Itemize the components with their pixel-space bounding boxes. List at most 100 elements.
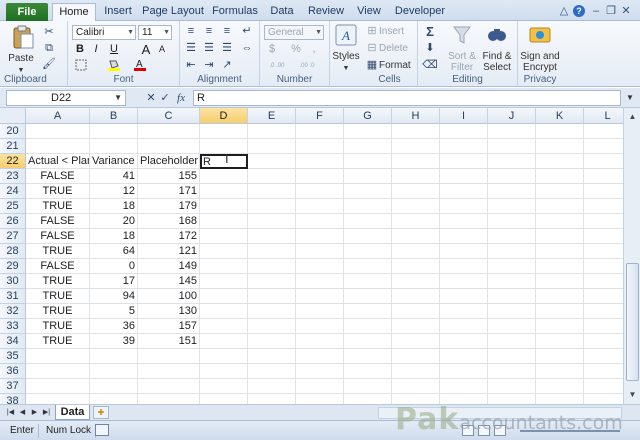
- cell-d28[interactable]: [200, 244, 248, 259]
- decrease-decimal-button[interactable]: .00 .0: [294, 60, 320, 72]
- formula-input[interactable]: R: [193, 90, 621, 106]
- cell-j30[interactable]: [488, 274, 536, 289]
- cell-a24[interactable]: TRUE: [26, 184, 90, 199]
- cell-g25[interactable]: [344, 199, 392, 214]
- tab-file[interactable]: File: [6, 3, 48, 21]
- column-header-k[interactable]: K: [536, 108, 584, 124]
- cell-c31[interactable]: 100: [138, 289, 200, 304]
- cell-a29[interactable]: FALSE: [26, 259, 90, 274]
- cell-a38[interactable]: [26, 394, 90, 404]
- cell-l28[interactable]: [584, 244, 623, 259]
- cell-c27[interactable]: 172: [138, 229, 200, 244]
- row-header[interactable]: 22: [0, 154, 26, 169]
- enter-entry-icon[interactable]: ✓: [159, 91, 171, 105]
- cell-l29[interactable]: [584, 259, 623, 274]
- cell-e33[interactable]: [248, 319, 296, 334]
- number-format-select[interactable]: General ▼: [264, 25, 324, 40]
- underline-button[interactable]: U: [108, 42, 120, 56]
- cell-e20[interactable]: [248, 124, 296, 139]
- cell-i36[interactable]: [440, 364, 488, 379]
- cell-h33[interactable]: [392, 319, 440, 334]
- sort-filter-icon[interactable]: [452, 25, 474, 45]
- cell-b38[interactable]: [90, 394, 138, 404]
- decrease-indent-icon[interactable]: ⇤: [184, 59, 198, 71]
- cell-d25[interactable]: [200, 199, 248, 214]
- cell-l36[interactable]: [584, 364, 623, 379]
- align-center-icon[interactable]: ☰: [202, 42, 216, 54]
- cell-h38[interactable]: [392, 394, 440, 404]
- cell-l31[interactable]: [584, 289, 623, 304]
- cell-f20[interactable]: [296, 124, 344, 139]
- cell-f22[interactable]: [296, 154, 344, 169]
- cell-h31[interactable]: [392, 289, 440, 304]
- cell-b34[interactable]: 39: [90, 334, 138, 349]
- paste-icon[interactable]: [10, 24, 36, 50]
- cell-c28[interactable]: 121: [138, 244, 200, 259]
- cell-j28[interactable]: [488, 244, 536, 259]
- cell-b33[interactable]: 36: [90, 319, 138, 334]
- cell-k21[interactable]: [536, 139, 584, 154]
- row-header[interactable]: 30: [0, 274, 26, 289]
- cell-i30[interactable]: [440, 274, 488, 289]
- cell-h34[interactable]: [392, 334, 440, 349]
- cell-l34[interactable]: [584, 334, 623, 349]
- cell-j22[interactable]: [488, 154, 536, 169]
- cell-h27[interactable]: [392, 229, 440, 244]
- cell-g36[interactable]: [344, 364, 392, 379]
- next-sheet-icon[interactable]: ▶: [30, 407, 39, 419]
- cell-h37[interactable]: [392, 379, 440, 394]
- tab-formulas[interactable]: Formulas: [210, 3, 260, 21]
- cell-i27[interactable]: [440, 229, 488, 244]
- cell-c24[interactable]: 171: [138, 184, 200, 199]
- column-header-l[interactable]: L: [584, 108, 623, 124]
- cell-h35[interactable]: [392, 349, 440, 364]
- wrap-text-icon[interactable]: ↵: [240, 25, 254, 37]
- cell-d35[interactable]: [200, 349, 248, 364]
- cell-g32[interactable]: [344, 304, 392, 319]
- row-header[interactable]: 29: [0, 259, 26, 274]
- cell-g22[interactable]: [344, 154, 392, 169]
- row-header[interactable]: 31: [0, 289, 26, 304]
- cell-l23[interactable]: [584, 169, 623, 184]
- cell-l37[interactable]: [584, 379, 623, 394]
- cell-h30[interactable]: [392, 274, 440, 289]
- minimize-icon[interactable]: –: [590, 5, 602, 17]
- insert-function-button[interactable]: fx: [174, 91, 188, 105]
- cell-g23[interactable]: [344, 169, 392, 184]
- cell-f30[interactable]: [296, 274, 344, 289]
- cell-e29[interactable]: [248, 259, 296, 274]
- row-header[interactable]: 32: [0, 304, 26, 319]
- cell-d24[interactable]: [200, 184, 248, 199]
- cell-a30[interactable]: TRUE: [26, 274, 90, 289]
- cell-d26[interactable]: [200, 214, 248, 229]
- cell-l25[interactable]: [584, 199, 623, 214]
- cell-e38[interactable]: [248, 394, 296, 404]
- styles-button[interactable]: Styles: [330, 51, 362, 63]
- cell-i26[interactable]: [440, 214, 488, 229]
- cell-k29[interactable]: [536, 259, 584, 274]
- cell-g29[interactable]: [344, 259, 392, 274]
- font-name-select[interactable]: Calibri ▼: [72, 25, 136, 40]
- tab-review[interactable]: Review: [305, 3, 347, 21]
- currency-button[interactable]: $: [266, 43, 278, 55]
- fill-color-icon[interactable]: [106, 59, 122, 71]
- tab-insert[interactable]: Insert: [98, 3, 138, 21]
- cell-c35[interactable]: [138, 349, 200, 364]
- cell-g33[interactable]: [344, 319, 392, 334]
- cell-i37[interactable]: [440, 379, 488, 394]
- cell-e24[interactable]: [248, 184, 296, 199]
- align-middle-icon[interactable]: ≡: [202, 25, 216, 37]
- cell-a36[interactable]: [26, 364, 90, 379]
- cell-k31[interactable]: [536, 289, 584, 304]
- cell-d36[interactable]: [200, 364, 248, 379]
- cell-f33[interactable]: [296, 319, 344, 334]
- cell-k33[interactable]: [536, 319, 584, 334]
- cell-c32[interactable]: 130: [138, 304, 200, 319]
- cell-a26[interactable]: FALSE: [26, 214, 90, 229]
- cell-j23[interactable]: [488, 169, 536, 184]
- cell-k27[interactable]: [536, 229, 584, 244]
- cell-l32[interactable]: [584, 304, 623, 319]
- fill-icon[interactable]: ⬇: [424, 42, 436, 54]
- italic-button[interactable]: I: [90, 42, 102, 56]
- row-header[interactable]: 34: [0, 334, 26, 349]
